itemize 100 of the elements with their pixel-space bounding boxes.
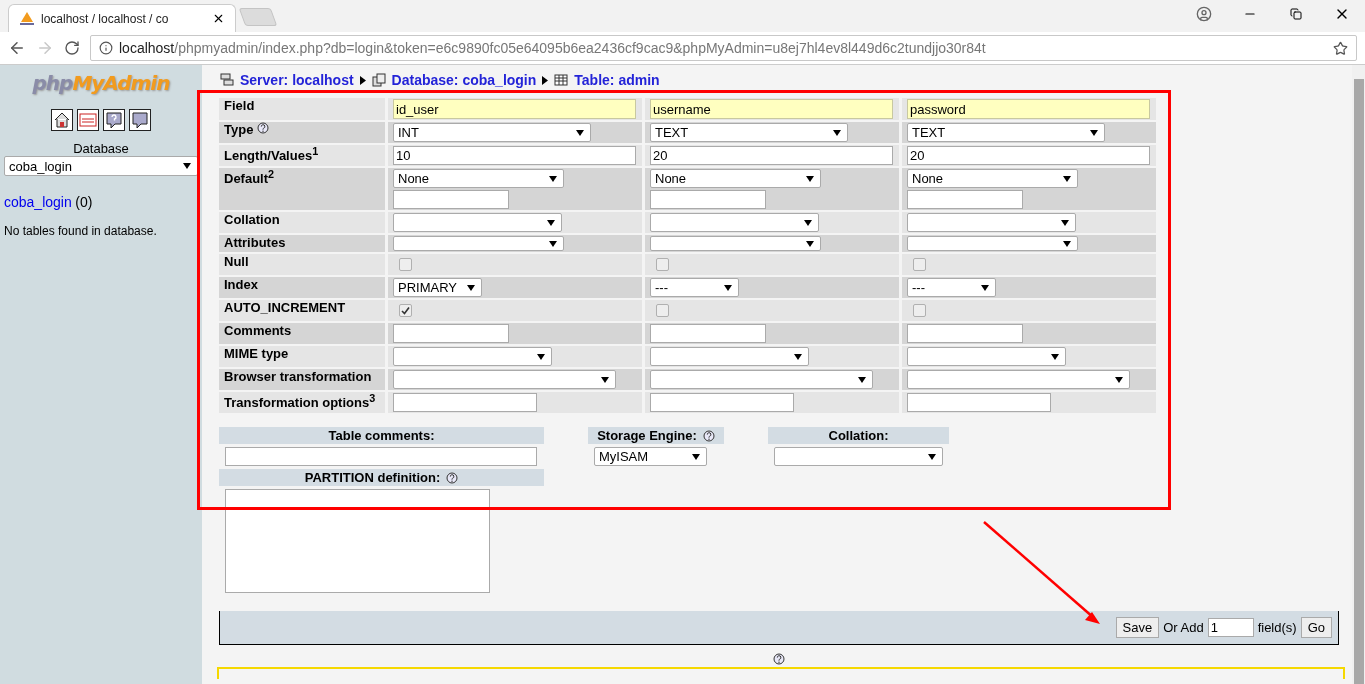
select-field[interactable] [774, 447, 943, 466]
row-label: Index [219, 277, 385, 298]
input-field[interactable] [650, 393, 794, 412]
database-link[interactable]: coba_login [4, 194, 72, 210]
go-button[interactable]: Go [1300, 617, 1332, 638]
input-field[interactable] [907, 393, 1051, 412]
database-select[interactable]: coba_login [4, 156, 198, 176]
info-icon [99, 41, 113, 55]
address-field[interactable]: localhost/phpmyadmin/index.php?db=login&token=e6c9890fc05e64095b6ea2436cf9cac9&phpMyAdmin=u8ej7hl4ev8l449d6c2tundjjo30r84t [90, 35, 1357, 61]
input-field[interactable] [393, 324, 509, 343]
checkbox[interactable] [656, 258, 669, 271]
home-icon[interactable] [51, 109, 73, 131]
caret-icon [1115, 376, 1123, 383]
checkbox[interactable] [656, 304, 669, 317]
input-field[interactable] [650, 324, 766, 343]
select-field[interactable]: TEXT [907, 123, 1105, 142]
breadcrumb-link[interactable]: Server: localhost [240, 72, 354, 88]
input-field[interactable] [907, 190, 1023, 209]
select-field[interactable]: --- [650, 278, 739, 297]
database-label: Database [72, 141, 130, 156]
select-field[interactable] [393, 236, 564, 251]
select-field[interactable] [393, 213, 562, 232]
input-field[interactable]: password [907, 99, 1150, 119]
logo: phpMyAdmin [31, 71, 171, 95]
caret-icon [576, 129, 584, 136]
select-field[interactable] [650, 236, 821, 251]
row-label: Transformation options$^{3}$ [219, 392, 385, 413]
help-icon[interactable] [103, 109, 125, 131]
checkbox[interactable] [913, 258, 926, 271]
or-add-text: Or Add [1163, 620, 1204, 635]
input-field[interactable] [225, 447, 537, 466]
input-field[interactable]: 1 [1207, 618, 1254, 637]
partition-label: PARTITION definition: [219, 469, 544, 486]
select-field[interactable] [907, 370, 1130, 389]
select-field[interactable] [650, 370, 873, 389]
save-button[interactable]: Save [1115, 617, 1160, 638]
input-field[interactable] [907, 324, 1023, 343]
row-label: AUTO_INCREMENT [219, 300, 385, 321]
caret-icon [981, 284, 989, 291]
select-field[interactable] [650, 347, 809, 366]
table-icon [554, 73, 569, 87]
input-field[interactable]: id_user [393, 99, 636, 119]
select-field[interactable]: --- [907, 278, 996, 297]
row-label: Default$^{2}$ [219, 168, 385, 210]
breadcrumb-link[interactable]: Database: coba_login [391, 72, 537, 88]
select-field[interactable] [907, 213, 1076, 232]
input-field[interactable]: 20 [650, 146, 893, 165]
input-field[interactable]: 20 [907, 146, 1150, 165]
input-field[interactable]: 10 [393, 146, 636, 165]
select-field[interactable]: TEXT [650, 123, 848, 142]
select-field[interactable]: None [393, 169, 564, 188]
caret-icon [833, 129, 841, 136]
input-field[interactable] [650, 190, 766, 209]
input-field[interactable] [393, 393, 537, 412]
caret-icon [1063, 240, 1071, 247]
separator-icon [359, 75, 366, 85]
select-field[interactable] [907, 347, 1066, 366]
select-field[interactable] [393, 370, 616, 389]
caret-icon [601, 376, 609, 383]
select-field[interactable]: None [907, 169, 1078, 188]
database-icon [371, 73, 386, 87]
row-label: Collation [219, 212, 385, 233]
checkbox[interactable] [399, 258, 412, 271]
caret-icon [547, 219, 555, 226]
caret-icon [1090, 129, 1098, 136]
caret-icon [806, 240, 814, 247]
input-field[interactable] [393, 190, 509, 209]
caret-icon [692, 453, 700, 460]
caret-icon [724, 284, 732, 291]
select-field[interactable]: INT [393, 123, 591, 142]
row-label: Length/Values$^{1}$ [219, 145, 385, 166]
breadcrumb-link[interactable]: Table: admin [574, 72, 660, 88]
select-field[interactable]: MyISAM [594, 447, 707, 466]
star-icon[interactable] [1333, 40, 1348, 56]
row-label: Attributes [219, 235, 385, 252]
speech-bubble-icon[interactable] [129, 109, 151, 131]
browser-tab[interactable]: localhost / localhost / co [8, 4, 236, 32]
profile-icon[interactable] [1196, 6, 1212, 22]
checkbox[interactable] [399, 304, 412, 317]
select-field[interactable]: PRIMARY [393, 278, 482, 297]
back-icon[interactable] [8, 39, 26, 57]
select-field[interactable] [907, 236, 1078, 251]
restore-icon[interactable] [1290, 8, 1302, 20]
table-comments-label: Table comments: [219, 427, 544, 444]
row-label: Field [219, 98, 385, 120]
window-icon[interactable] [77, 109, 99, 131]
select-field[interactable] [393, 347, 552, 366]
close-icon[interactable] [212, 12, 225, 25]
tab-title: localhost / localhost / co [41, 11, 170, 26]
row-label: Null [219, 254, 385, 275]
scrollbar[interactable] [1352, 65, 1365, 684]
partition-textarea[interactable] [225, 489, 490, 593]
caret-icon [183, 163, 191, 169]
reload-icon[interactable] [64, 40, 80, 56]
select-field[interactable]: None [650, 169, 821, 188]
input-field[interactable]: username [650, 99, 893, 119]
new-tab-button[interactable] [238, 8, 278, 26]
caret-icon [1061, 219, 1069, 226]
select-field[interactable] [650, 213, 819, 232]
checkbox[interactable] [913, 304, 926, 317]
